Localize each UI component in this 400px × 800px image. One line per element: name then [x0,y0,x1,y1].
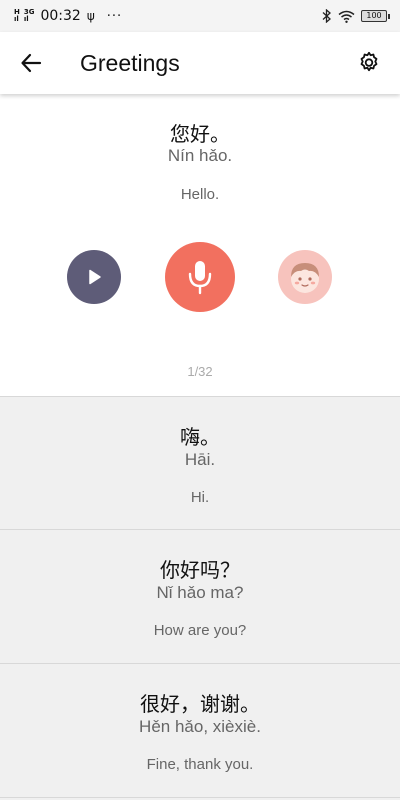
signal-h-indicator: H ıl [14,9,20,23]
phrase-pinyin: Hěn hǎo, xièxiè. [139,717,261,736]
current-pinyin: Nín hǎo. [167,146,233,165]
more-notifications-icon: ··· [106,8,123,24]
phrase-pinyin: Hāi. [184,450,216,469]
back-button[interactable] [0,32,62,94]
phrase-english: Hi. [190,489,210,506]
settings-button[interactable] [338,32,400,94]
bluetooth-icon [322,9,331,23]
battery-indicator: 100 [361,10,390,22]
play-button[interactable] [67,250,121,304]
phrase-pinyin: Nǐ hǎo ma? [156,583,244,602]
page-title: Greetings [80,49,180,76]
battery-tip [388,13,390,19]
phrase-counter: 1/32 [187,364,213,379]
list-item[interactable]: 嗨。 Hāi. Hi. [0,396,400,530]
current-phrase-card: 您好。 Nín hǎo. Hello. 1/32 [0,94,400,396]
audio-controls [0,240,400,312]
phrase-english: How are you? [153,622,247,639]
wifi-icon [338,10,355,23]
record-button[interactable] [165,242,235,312]
status-left: H ıl 3G ıl 00:32 ψ ··· [14,8,122,24]
phrase-chinese: 很好，谢谢。 [140,692,260,716]
list-item[interactable]: 很好，谢谢。 Hěn hǎo, xièxiè. Fine, thank you. [0,664,400,798]
arrow-left-icon [21,53,42,73]
signal-3g-indicator: 3G ıl [24,9,35,23]
phrase-english: Fine, thank you. [146,756,254,773]
signal-3g-bars: ıl [23,15,29,23]
playback-recording-button[interactable] [278,250,332,304]
microphone-icon [188,261,212,295]
signal-h-bars: ıl [14,15,19,23]
usb-icon: ψ [86,9,95,23]
list-item[interactable]: 你好吗？ Nǐ hǎo ma? How are you? [0,530,400,664]
face-avatar-icon [291,263,319,293]
current-english: Hello. [180,186,220,203]
phrase-chinese: 你好吗？ [160,558,240,582]
current-chinese: 您好。 [170,122,230,146]
phrase-list: 嗨。 Hāi. Hi. 你好吗？ Nǐ hǎo ma? How are you?… [0,396,400,800]
battery-level: 100 [361,10,387,22]
gear-icon [360,51,378,72]
phrase-chinese: 嗨。 [180,425,220,449]
status-right: 100 [322,9,390,23]
play-icon [89,269,101,285]
status-time: 00:32 [40,8,81,24]
status-bar: H ıl 3G ıl 00:32 ψ ··· 100 [0,0,400,32]
app-bar: Greetings [0,32,400,94]
